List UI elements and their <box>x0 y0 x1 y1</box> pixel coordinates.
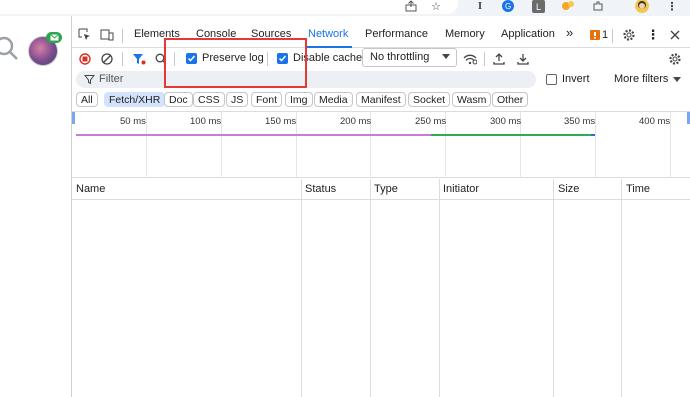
chip-media[interactable]: Media <box>314 92 353 107</box>
extensions-puzzle-icon[interactable] <box>590 0 606 14</box>
filter-placeholder: Filter <box>99 73 124 85</box>
network-conditions-icon[interactable] <box>461 50 479 68</box>
tick-label: 50 ms <box>120 116 146 127</box>
chip-img[interactable]: Img <box>285 92 313 107</box>
chip-doc[interactable]: Doc <box>164 92 193 107</box>
extension-l-icon[interactable]: L <box>530 0 546 14</box>
chip-socket[interactable]: Socket <box>408 92 451 107</box>
network-settings-gear-icon[interactable] <box>666 50 684 68</box>
inspect-element-icon[interactable] <box>76 26 94 44</box>
issues-counter[interactable]: 1 <box>590 29 608 41</box>
separator <box>484 52 485 66</box>
device-toolbar-icon[interactable] <box>98 26 116 44</box>
tab-application[interactable]: Application <box>501 28 555 48</box>
mail-icon[interactable] <box>46 32 62 43</box>
chip-js[interactable]: JS <box>226 92 249 107</box>
tick-label: 100 ms <box>190 116 222 127</box>
table-header: Name Status Type Initiator Size Time <box>72 179 690 200</box>
throttling-select[interactable]: No throttling <box>362 48 457 67</box>
issue-flag-icon <box>590 30 600 40</box>
chip-manifest[interactable]: Manifest <box>356 92 406 107</box>
chip-all[interactable]: All <box>76 92 98 107</box>
timeline-bar-purple <box>76 134 431 136</box>
svg-text:G: G <box>505 2 511 11</box>
svg-text:L: L <box>536 2 541 12</box>
tab-network[interactable]: Network <box>308 28 348 48</box>
column-size[interactable]: Size <box>558 183 579 195</box>
invert-checkbox[interactable]: Invert <box>546 73 590 85</box>
chevron-down-icon <box>442 54 450 59</box>
clear-log-icon[interactable] <box>98 50 116 68</box>
annotation-highlight-box <box>164 38 307 88</box>
resource-type-filters: All Fetch/XHR Doc CSS JS Font Img Media … <box>76 92 690 108</box>
browser-menu-icon[interactable]: ⋮ <box>664 0 680 14</box>
chip-fetch-xhr[interactable]: Fetch/XHR <box>104 92 166 107</box>
page-content <box>0 16 72 397</box>
more-filters-label: More filters <box>614 73 669 85</box>
tick-label: 350 ms <box>564 116 596 127</box>
column-time[interactable]: Time <box>626 183 650 195</box>
column-name[interactable]: Name <box>76 183 105 195</box>
tick-label: 400 ms <box>639 116 671 127</box>
chip-wasm[interactable]: Wasm <box>452 92 492 107</box>
checkbox-unchecked-icon <box>546 73 557 85</box>
timeline-overview[interactable]: 50 ms 100 ms 150 ms 200 ms 250 ms 300 ms… <box>72 111 690 178</box>
column-status[interactable]: Status <box>305 183 336 195</box>
chip-font[interactable]: Font <box>251 92 283 107</box>
column-divider <box>301 179 302 397</box>
kebab-menu-icon[interactable]: ⋮ <box>644 26 662 44</box>
filter-funnel-icon[interactable] <box>130 50 148 68</box>
search-icon[interactable] <box>0 36 20 65</box>
column-type[interactable]: Type <box>374 183 398 195</box>
separator <box>612 29 613 43</box>
throttling-value: No throttling <box>370 51 430 63</box>
separator <box>122 52 123 66</box>
column-divider <box>370 179 371 397</box>
tick-label: 250 ms <box>415 116 447 127</box>
browser-toolbar: ☆ I G L ⋮ <box>0 0 690 16</box>
bookmark-star-icon[interactable]: ☆ <box>428 0 444 14</box>
share-icon[interactable] <box>403 0 419 14</box>
more-tabs-icon[interactable]: » <box>566 25 573 45</box>
timeline-bar-green <box>431 134 591 136</box>
more-filters-dropdown[interactable]: More filters <box>614 73 682 85</box>
tick-label: 150 ms <box>265 116 297 127</box>
separator <box>122 29 123 43</box>
address-bar[interactable] <box>0 0 458 14</box>
column-divider <box>439 179 440 397</box>
column-divider <box>621 179 622 397</box>
timeline-bar-blue <box>591 134 595 136</box>
requests-table: Name Status Type Initiator Size Time <box>72 179 690 397</box>
extension-translate-icon[interactable]: G <box>500 0 516 14</box>
tab-performance[interactable]: Performance <box>365 28 428 48</box>
settings-gear-icon[interactable] <box>620 26 638 44</box>
profile-avatar-icon[interactable] <box>634 0 650 14</box>
stop-recording-icon[interactable] <box>76 50 94 68</box>
import-har-icon[interactable] <box>490 50 508 68</box>
issues-count: 1 <box>602 29 609 41</box>
invert-label: Invert <box>562 73 590 85</box>
close-devtools-icon[interactable] <box>666 26 684 44</box>
chevron-down-icon <box>673 76 682 82</box>
gridline <box>146 112 147 178</box>
tab-memory[interactable]: Memory <box>445 28 485 48</box>
chip-other[interactable]: Other <box>492 92 529 107</box>
overview-left-handle[interactable] <box>72 112 75 124</box>
chip-css[interactable]: CSS <box>193 92 225 107</box>
extension-honey-icon[interactable] <box>560 0 576 14</box>
column-divider <box>553 179 554 397</box>
tick-label: 300 ms <box>490 116 522 127</box>
export-har-icon[interactable] <box>514 50 532 68</box>
extension-i-icon[interactable]: I <box>472 0 488 14</box>
column-initiator[interactable]: Initiator <box>443 183 479 195</box>
tick-label: 200 ms <box>340 116 372 127</box>
filter-funnel-icon <box>84 75 95 85</box>
